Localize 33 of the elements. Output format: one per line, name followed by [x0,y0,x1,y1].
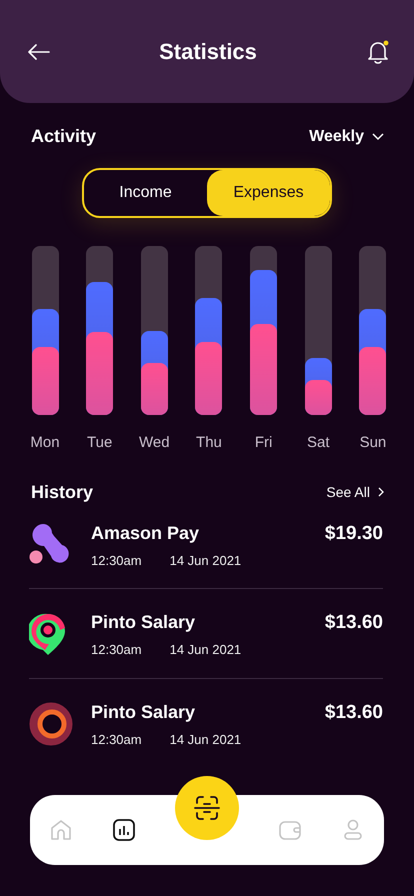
tab[interactable]: Income [84,170,207,216]
see-all-link[interactable]: See All [326,482,384,502]
day-label: Sun [360,433,386,453]
transaction-amount: $13.60 [324,700,383,724]
day-label: Fri [254,433,272,453]
day-label: Mon [30,433,60,453]
transaction-amount: $13.60 [324,611,383,635]
chart-icon[interactable] [112,818,136,842]
scan-icon [192,794,221,822]
transaction-time: 12:30am [91,730,142,748]
day-label: Wed [139,433,170,453]
transaction-time: 12:30am [91,641,142,659]
section-title: Activity [31,125,96,148]
transaction-name: Pinto Salary [91,611,196,634]
day-label: Sat [307,433,330,453]
ring-logo-icon [29,702,75,746]
chevron-right-icon [378,487,384,497]
transaction-time: 12:30am [91,552,142,570]
day-label: Tue [87,433,112,453]
transaction-date: 14 Jun 2021 [170,641,242,659]
transaction-date: 14 Jun 2021 [170,552,242,570]
back-button[interactable] [28,44,50,60]
period-dropdown[interactable]: Weekly [309,124,384,148]
notification-button[interactable] [366,38,390,64]
transaction-amount: $19.30 [324,522,383,546]
page-title: Statistics [159,38,257,66]
chevron-down-icon [372,132,384,140]
day-label: Thu [196,433,222,453]
tab[interactable]: Expenses [207,170,330,216]
transaction-name: Amason Pay [91,522,200,545]
section-title: History [31,480,94,504]
transaction-name: Pinto Salary [91,700,196,724]
transaction-date: 14 Jun 2021 [170,730,242,748]
